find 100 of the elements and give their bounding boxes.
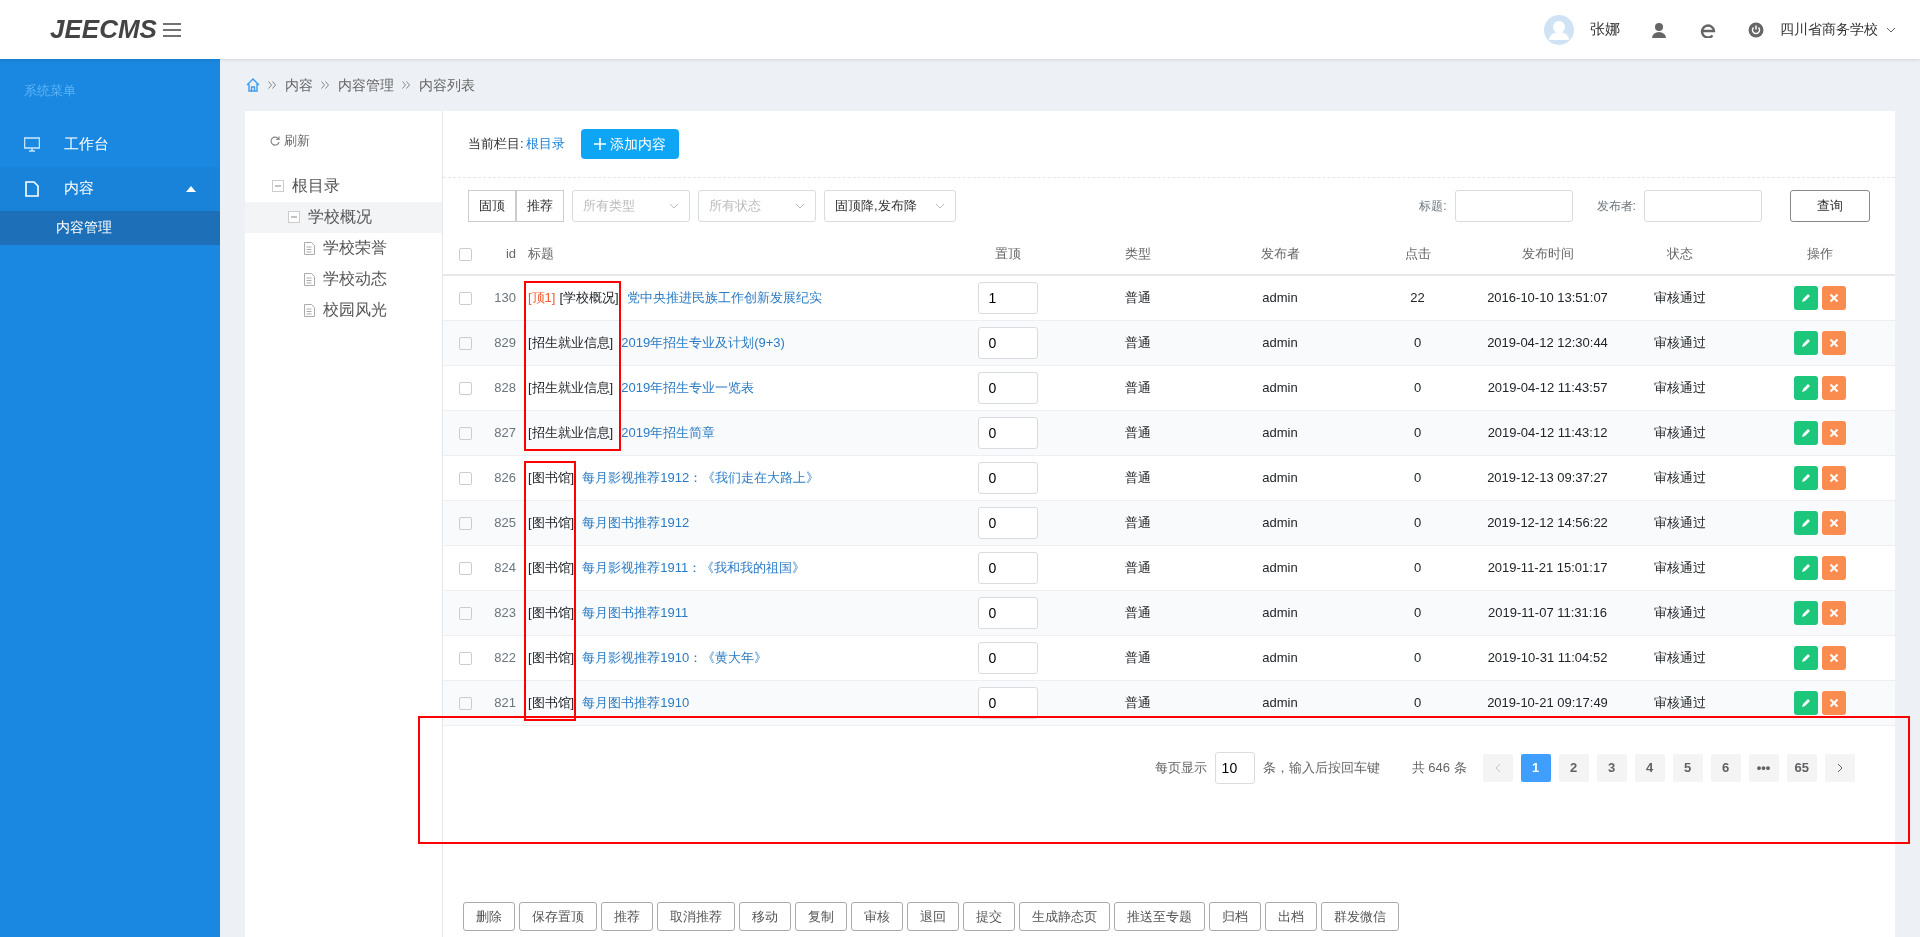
action-button[interactable]: 群发微信	[1321, 902, 1399, 931]
pin-order-input[interactable]: 0	[977, 641, 1038, 674]
title-link[interactable]: 每月图书推荐1910	[582, 694, 690, 710]
delete-button[interactable]	[1822, 600, 1846, 625]
query-button[interactable]: 查询	[1790, 190, 1870, 222]
edit-button[interactable]	[1794, 555, 1818, 580]
delete-button[interactable]	[1822, 465, 1846, 490]
edit-button[interactable]	[1794, 285, 1818, 310]
delete-button[interactable]	[1822, 645, 1846, 670]
action-button[interactable]: 出档	[1265, 902, 1317, 931]
tree-node[interactable]: 根目录	[245, 170, 442, 202]
delete-button[interactable]	[1822, 690, 1846, 715]
delete-button[interactable]	[1822, 420, 1846, 445]
title-link[interactable]: 2019年招生专业一览表	[621, 379, 755, 395]
row-checkbox[interactable]	[459, 606, 472, 620]
delete-button[interactable]	[1822, 555, 1846, 580]
edit-button[interactable]	[1794, 690, 1818, 715]
page-button[interactable]: 5	[1672, 753, 1703, 782]
row-checkbox[interactable]	[459, 516, 472, 530]
pin-order-input[interactable]: 0	[977, 371, 1038, 404]
per-page-input[interactable]: 10	[1214, 751, 1255, 784]
action-button[interactable]: 移动	[739, 902, 791, 931]
next-page-button[interactable]	[1825, 753, 1855, 782]
action-button[interactable]: 生成静态页	[1019, 902, 1110, 931]
action-button[interactable]: 提交	[963, 902, 1015, 931]
page-button[interactable]: 2	[1558, 753, 1589, 782]
pin-order-input[interactable]: 0	[977, 686, 1038, 719]
tree-node[interactable]: 学校概况	[245, 201, 442, 233]
page-button[interactable]: 65	[1786, 753, 1817, 782]
action-button[interactable]: 归档	[1209, 902, 1261, 931]
tree-node[interactable]: 校园风光	[245, 294, 442, 326]
delete-button[interactable]	[1822, 330, 1846, 355]
action-button[interactable]: 退回	[907, 902, 959, 931]
action-button[interactable]: 推送至专题	[1114, 902, 1205, 931]
delete-button[interactable]	[1822, 285, 1846, 310]
breadcrumb-link[interactable]: 内容	[285, 74, 313, 96]
action-button[interactable]: 审核	[851, 902, 903, 931]
title-link[interactable]: 党中央推进民族工作创新发展纪实	[626, 289, 822, 305]
home-icon[interactable]	[246, 78, 260, 92]
row-checkbox[interactable]	[459, 336, 472, 350]
pin-order-input[interactable]: 0	[977, 326, 1038, 359]
pin-order-input[interactable]: 1	[977, 281, 1038, 314]
edit-button[interactable]	[1794, 600, 1818, 625]
edit-button[interactable]	[1794, 330, 1818, 355]
sidebar-subitem[interactable]: 内容管理	[0, 210, 220, 245]
row-checkbox[interactable]	[459, 696, 472, 710]
tree-node[interactable]: 学校荣誉	[245, 232, 442, 264]
action-button[interactable]: 推荐	[601, 902, 653, 931]
filter-toggle[interactable]: 推荐	[516, 190, 564, 222]
action-button[interactable]: 删除	[463, 902, 515, 931]
page-button[interactable]: 4	[1634, 753, 1665, 782]
page-button[interactable]: 3	[1596, 753, 1627, 782]
title-link[interactable]: 每月图书推荐1911	[582, 604, 689, 620]
row-checkbox[interactable]	[459, 471, 472, 485]
title-link[interactable]: 每月影视推荐1911：《我和我的祖国》	[582, 559, 806, 575]
edit-button[interactable]	[1794, 375, 1818, 400]
title-link[interactable]: 每月图书推荐1912	[582, 514, 690, 530]
action-button[interactable]: 取消推荐	[657, 902, 735, 931]
browser-icon[interactable]	[1700, 21, 1716, 38]
row-checkbox[interactable]	[459, 561, 472, 575]
page-button[interactable]: •••	[1748, 753, 1779, 782]
collapse-icon[interactable]	[288, 211, 300, 223]
site-menu[interactable]: 四川省商务学校	[1780, 19, 1896, 40]
collapse-icon[interactable]	[272, 180, 284, 192]
dropdown[interactable]: 固顶降,发布降	[824, 190, 956, 222]
edit-button[interactable]	[1794, 510, 1818, 535]
pin-order-input[interactable]: 0	[977, 416, 1038, 449]
title-input[interactable]	[1454, 190, 1573, 222]
pin-order-input[interactable]: 0	[977, 596, 1038, 629]
filter-toggle[interactable]: 固顶	[468, 190, 516, 222]
row-checkbox[interactable]	[459, 651, 472, 665]
select-all-checkbox[interactable]	[459, 248, 472, 262]
title-link[interactable]: 每月影视推荐1910：《黄大年》	[582, 649, 768, 665]
refresh-button[interactable]: 刷新	[245, 111, 442, 171]
breadcrumb-link[interactable]: 内容管理	[338, 74, 394, 96]
edit-button[interactable]	[1794, 420, 1818, 445]
action-button[interactable]: 保存置顶	[519, 902, 597, 931]
page-button[interactable]: 6	[1710, 753, 1741, 782]
row-checkbox[interactable]	[459, 381, 472, 395]
user-name[interactable]: 张娜	[1590, 18, 1620, 41]
power-icon[interactable]	[1748, 21, 1764, 38]
pin-order-input[interactable]: 0	[977, 461, 1038, 494]
current-column-link[interactable]: 根目录	[525, 134, 565, 154]
pin-order-input[interactable]: 0	[977, 551, 1038, 584]
sidebar-item[interactable]: 内容	[0, 166, 220, 211]
edit-button[interactable]	[1794, 645, 1818, 670]
action-button[interactable]: 复制	[795, 902, 847, 931]
publisher-input[interactable]	[1644, 190, 1762, 222]
delete-button[interactable]	[1822, 375, 1846, 400]
row-checkbox[interactable]	[459, 291, 472, 305]
title-link[interactable]: 每月影视推荐1912：《我们走在大路上》	[582, 469, 820, 485]
delete-button[interactable]	[1822, 510, 1846, 535]
user-icon[interactable]	[1652, 21, 1668, 38]
pin-order-input[interactable]: 0	[977, 506, 1038, 539]
title-link[interactable]: 2019年招生专业及计划(9+3)	[621, 334, 785, 350]
sidebar-item[interactable]: 工作台	[0, 122, 220, 167]
edit-button[interactable]	[1794, 465, 1818, 490]
tree-node[interactable]: 学校动态	[245, 263, 442, 295]
menu-icon[interactable]	[162, 21, 182, 38]
title-link[interactable]: 2019年招生简章	[621, 424, 716, 440]
